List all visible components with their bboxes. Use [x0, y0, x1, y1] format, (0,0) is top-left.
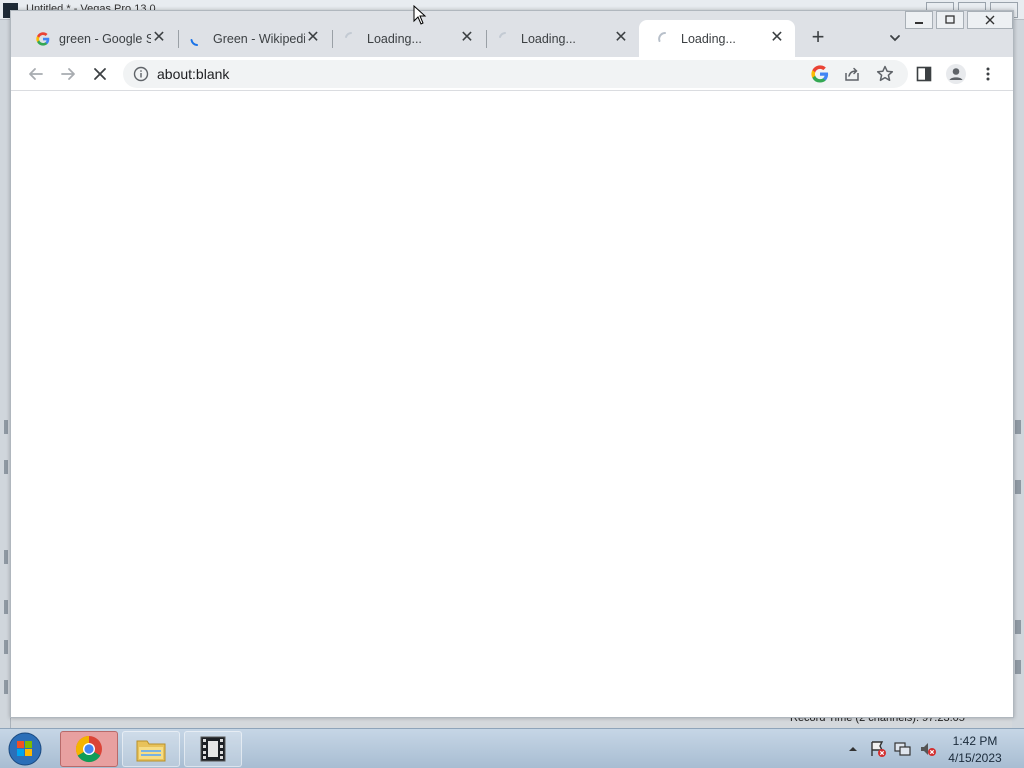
- clock-time: 1:42 PM: [952, 734, 998, 748]
- tab-title: green - Google Search: [59, 31, 151, 46]
- stop-x-icon: [94, 68, 106, 80]
- side-panel-button[interactable]: [911, 61, 937, 87]
- arrow-left-icon: [29, 68, 43, 80]
- folder-icon: [136, 740, 166, 762]
- close-icon: [985, 15, 995, 25]
- arrow-right-icon: [61, 68, 75, 80]
- window-controls: [902, 11, 1013, 31]
- forward-button[interactable]: [55, 61, 81, 87]
- tab-google-search[interactable]: green - Google Search ✕: [17, 20, 177, 57]
- tab-wikipedia[interactable]: Green - Wikipedia ✕: [171, 20, 331, 57]
- menu-button[interactable]: [975, 61, 1001, 87]
- info-icon[interactable]: [133, 66, 149, 82]
- volume-muted-icon[interactable]: [917, 738, 939, 760]
- tab-strip[interactable]: green - Google Search ✕ Green - Wikipedi…: [11, 11, 1013, 57]
- taskbar-clock[interactable]: 1:42 PM 4/15/2023: [940, 733, 1010, 767]
- minimize-button[interactable]: [905, 11, 933, 29]
- tab-loading-2[interactable]: Loading... ✕: [479, 20, 639, 57]
- minimize-icon: [915, 22, 923, 24]
- tab-close-button[interactable]: ✕: [151, 30, 167, 46]
- page-content[interactable]: [11, 91, 1013, 717]
- mouse-cursor-icon: [413, 4, 427, 25]
- stop-loading-button[interactable]: [87, 61, 113, 87]
- address-bar[interactable]: about:blank: [123, 60, 908, 88]
- close-window-button[interactable]: [967, 11, 1013, 29]
- taskbar-chrome[interactable]: [60, 731, 118, 767]
- action-center-icon[interactable]: [867, 738, 889, 760]
- tab-title: Green - Wikipedia: [213, 31, 305, 46]
- clock-date: 4/15/2023: [948, 751, 1002, 765]
- taskbar: 1:42 PM 4/15/2023: [0, 728, 1024, 768]
- profile-button[interactable]: [943, 61, 969, 87]
- maximize-button[interactable]: [936, 11, 964, 29]
- address-bar-url[interactable]: about:blank: [157, 66, 229, 82]
- loading-spinner-icon: [343, 31, 359, 47]
- new-tab-button[interactable]: +: [806, 26, 830, 50]
- taskbar-explorer[interactable]: [122, 731, 180, 767]
- show-hidden-icons-button[interactable]: [842, 738, 864, 760]
- chrome-window: green - Google Search ✕ Green - Wikipedi…: [10, 10, 1014, 718]
- tab-title: Loading...: [681, 31, 736, 46]
- tab-close-button[interactable]: ✕: [305, 30, 321, 46]
- bookmark-star-icon[interactable]: [875, 64, 895, 84]
- back-button[interactable]: [23, 61, 49, 87]
- network-icon[interactable]: [892, 738, 914, 760]
- loading-spinner-icon: [657, 31, 673, 47]
- google-lens-icon[interactable]: [811, 65, 829, 83]
- windows-orb-icon: [8, 732, 42, 766]
- avatar-icon: [946, 64, 966, 84]
- film-icon: [200, 736, 226, 762]
- tab-title: Loading...: [521, 31, 576, 46]
- tab-loading-1[interactable]: Loading... ✕: [325, 20, 485, 57]
- loading-spinner-icon: [497, 31, 513, 47]
- tab-close-button[interactable]: ✕: [459, 30, 475, 46]
- taskbar-vegas[interactable]: [184, 731, 242, 767]
- kebab-menu-icon: [986, 67, 990, 81]
- google-g-icon: [35, 31, 51, 47]
- tab-close-button[interactable]: ✕: [613, 30, 629, 46]
- share-icon[interactable]: [843, 65, 861, 83]
- chevron-up-icon: [849, 747, 857, 751]
- side-panel-icon: [916, 66, 932, 82]
- start-button[interactable]: [4, 730, 46, 768]
- tab-title: Loading...: [367, 31, 422, 46]
- loading-spinner-icon: [189, 31, 205, 47]
- chrome-icon: [75, 735, 102, 763]
- maximize-icon: [945, 15, 955, 24]
- system-tray: [842, 737, 942, 761]
- tab-close-button[interactable]: ✕: [769, 30, 785, 46]
- tab-loading-active[interactable]: Loading... ✕: [639, 20, 795, 57]
- browser-toolbar: about:blank: [11, 57, 1013, 91]
